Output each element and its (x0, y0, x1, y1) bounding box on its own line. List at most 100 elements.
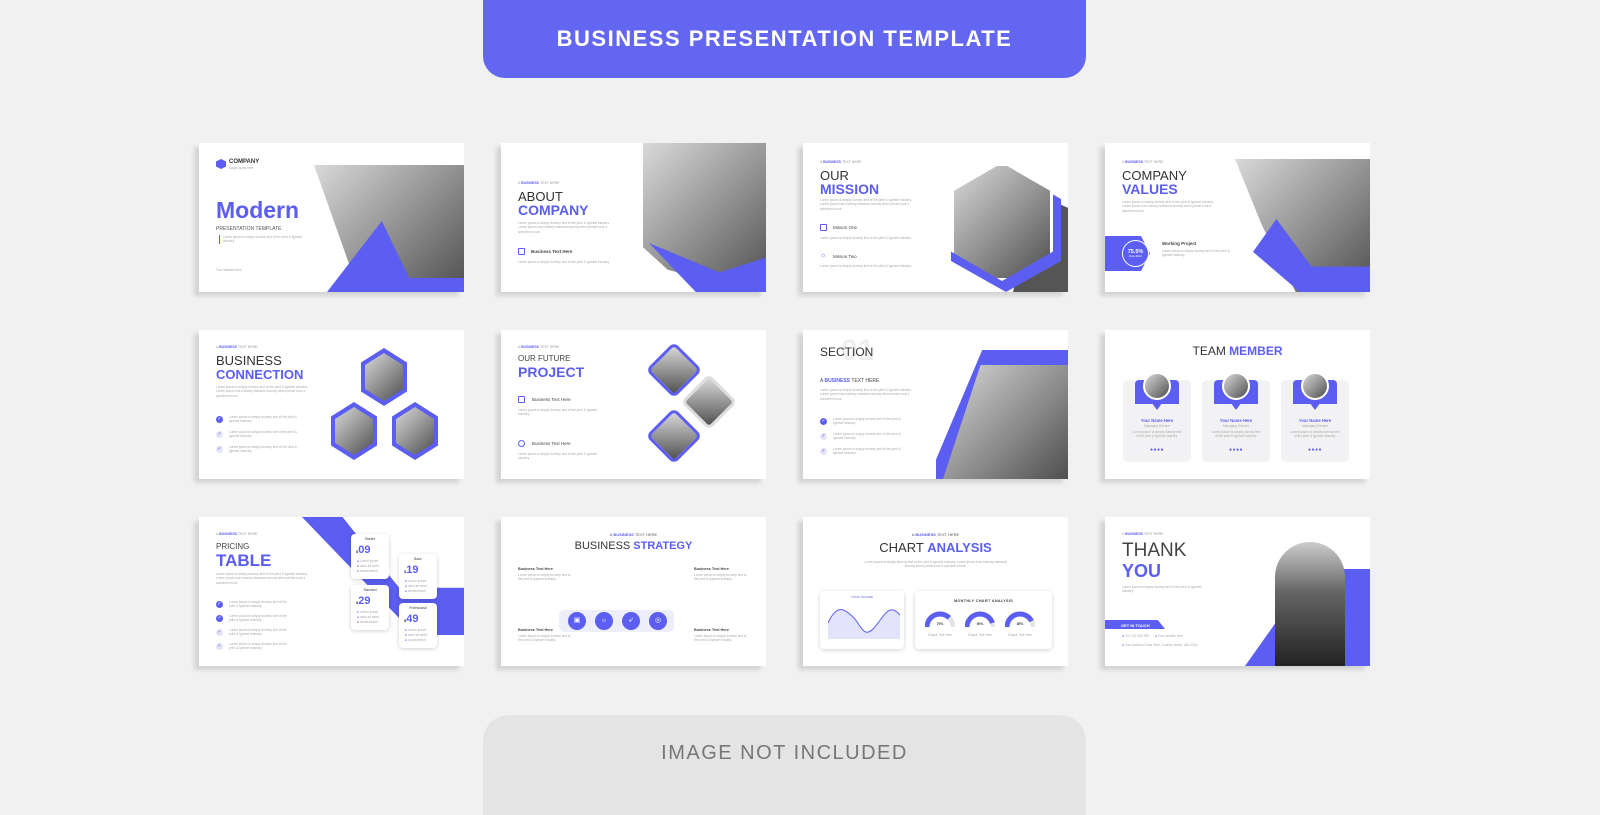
kicker: A BUSINESS TEXT HERE (820, 378, 880, 384)
description: Lorem ipsum is simply dummy text of the … (864, 560, 1007, 569)
website-text: Your website here (216, 268, 242, 272)
area-fill (828, 609, 900, 639)
gauge-label: Simple Text Here (927, 633, 953, 637)
team-card: Your Name Here Managing Director Lorem i… (1281, 372, 1349, 462)
project-heading: Working Project (1162, 241, 1197, 246)
image-not-included-note: IMAGE NOT INCLUDED (483, 715, 1086, 815)
stat-label: Done Work (1129, 255, 1142, 258)
chart-title: CHART ANALYSIS (879, 540, 992, 555)
item-heading: Business Text Here (531, 249, 573, 254)
slide-future-project[interactable]: A BUSINESS TEXT HERE OUR FUTURE PROJECT … (501, 330, 766, 479)
monitor-icon (820, 224, 827, 231)
plan-name: Professional (409, 606, 427, 610)
plan-feature: ● dolor sit amet (405, 584, 427, 588)
slide-chart-analysis[interactable]: A BUSINESS TEXT HERE CHART ANALYSIS Lore… (803, 517, 1068, 666)
strategy-heading: Business Text Here (518, 628, 553, 632)
item-2-text: Lorem ipsum is simply dummy text of the … (518, 452, 598, 461)
title-line-2: MISSION (820, 181, 880, 197)
company-logo-icon (216, 159, 226, 169)
plan-feature: ● consectetuer (357, 569, 379, 573)
gauge-value: 90% (976, 622, 984, 626)
rocket-icon: ➶ (622, 612, 640, 630)
slide-pricing-table[interactable]: A BUSINESS TEXT HERE PRICING TABLE Lorem… (199, 517, 464, 666)
plan-name: Basic (414, 557, 422, 561)
kicker: A BUSINESS TEXT HERE (518, 181, 560, 185)
bullet: Lorem ipsum is simply dummy text of the … (229, 600, 287, 609)
monitor-icon (518, 396, 525, 403)
strategy-text: Lorem ipsum is simply dummy text of the … (518, 634, 571, 643)
plan-feature: ● Lorem ipsum (357, 610, 379, 614)
gauge-label: Simple Text Here (1007, 633, 1033, 637)
plan-feature: ● Lorem ipsum (405, 579, 427, 583)
check-icon: ✓ (216, 431, 223, 438)
bullet: Lorem ipsum is simply dummy text of the … (229, 642, 287, 651)
plan-feature: ● dolor sit amet (357, 564, 379, 568)
bullet: Lorem ipsum is simply dummy text of the … (229, 628, 287, 637)
slide-thank-you[interactable]: A BUSINESS TEXT HERE THANK YOU Lorem ips… (1105, 517, 1370, 666)
get-in-touch-button[interactable]: GET IN TOUCH (1105, 620, 1165, 629)
title-line-2: VALUES (1122, 181, 1178, 197)
check-icon: ✓ (216, 416, 223, 423)
social-icons[interactable]: ●●●● (1281, 447, 1349, 453)
target-icon (518, 440, 525, 447)
plan-feature: ● Lorem ipsum (405, 628, 427, 632)
bullet-1: Lorem ipsum is simply dummy text of the … (229, 415, 297, 424)
team-card: Your Name Here Managing Director Lorem i… (1123, 372, 1191, 462)
plan-card[interactable]: Started $09 ● Lorem ipsum ● dolor sit ame… (351, 534, 389, 579)
plan-card[interactable]: Basic $19 ● Lorem ipsum ● dolor sit amet ●… (399, 554, 437, 599)
website: ● Your website here (1155, 634, 1184, 638)
address: ● Your Address Goes Here, Country Name, … (1122, 643, 1198, 647)
slide-business-strategy[interactable]: A BUSINESS TEXT HERE BUSINESS STRATEGY ▣… (501, 517, 766, 666)
kicker: A BUSINESS TEXT HERE (216, 532, 258, 536)
member-name: Your Name Here (1219, 418, 1253, 423)
description: Lorem ipsum is simply dummy text of the … (1122, 200, 1214, 213)
title-banner: BUSINESS PRESENTATION TEMPLATE (483, 0, 1086, 78)
description: Lorem ipsum is simply dummy text of the … (216, 385, 308, 398)
bullet-2: Lorem ipsum is simply dummy text of the … (833, 432, 901, 441)
line-chart-title: TOTAL INCOME (850, 595, 874, 599)
kicker: A BUSINESS TEXT HERE (216, 345, 258, 349)
slide-company-values[interactable]: A BUSINESS TEXT HERE COMPANY VALUES Lore… (1105, 143, 1370, 292)
bulb-icon: ☼ (595, 612, 613, 630)
bullet-3: Lorem ipsum is simply dummy text of the … (229, 445, 297, 454)
description: Lorem ipsum is simply dummy text of the … (820, 198, 912, 211)
kicker: A BUSINESS TEXT HERE (1122, 160, 1164, 164)
title-line-1: BUSINESS (216, 353, 282, 368)
man-photo (1275, 542, 1345, 666)
kicker: A BUSINESS TEXT HERE (1122, 532, 1164, 536)
slide-modern-cover[interactable]: COMPANY slogan goes here Modern PRESENTA… (199, 143, 464, 292)
company-slogan: slogan goes here (229, 166, 254, 170)
kicker: A BUSINESS TEXT HERE (518, 345, 560, 349)
check-icon: ✓ (216, 601, 223, 608)
check-icon: ✓ (216, 643, 223, 650)
social-icons[interactable]: ●●●● (1123, 447, 1191, 453)
plan-card[interactable]: Standard $29 ● Lorem ipsum ● dolor sit am… (351, 585, 389, 630)
title-line-2: TABLE (216, 551, 272, 570)
slide-our-mission[interactable]: A BUSINESS TEXT HERE OUR MISSION Lorem i… (803, 143, 1068, 292)
slide-section[interactable]: 01 SECTION A BUSINESS TEXT HERE Lorem ip… (803, 330, 1068, 479)
mission-two: Misson Two (833, 254, 857, 259)
slide-team-member[interactable]: TEAM MEMBER Your Name Here Managing Dire… (1105, 330, 1370, 479)
gauge-chart (925, 611, 955, 628)
slide-about-company[interactable]: A BUSINESS TEXT HERE ABOUT COMPANY Lorem… (501, 143, 766, 292)
cover-subtitle: PRESENTATION TEMPLATE (216, 226, 282, 232)
bullet-1: Lorem ipsum is simply dummy text of the … (833, 417, 901, 426)
member-name: Your Name Here (1140, 418, 1174, 423)
line-chart-card: TOTAL INCOME (820, 591, 904, 649)
cover-description: Lorem ipsum is simply dummy text of the … (219, 235, 314, 244)
mission-one-text: Lorem ipsum is simply dummy text of the … (820, 236, 912, 240)
bullet-2: Lorem ipsum is simply dummy text of the … (229, 430, 297, 439)
plan-price: $49 (404, 613, 419, 625)
plan-feature: ● consectetuer (405, 638, 427, 642)
check-icon: ✓ (820, 448, 827, 455)
plan-feature: ● dolor sit amet (357, 615, 379, 619)
social-icons[interactable]: ●●●● (1202, 447, 1270, 453)
title-line-2: YOU (1122, 561, 1162, 581)
plan-name: Started (364, 537, 376, 541)
plan-feature: ● consectetuer (405, 589, 427, 593)
slide-business-connection[interactable]: A BUSINESS TEXT HERE BUSINESS CONNECTION… (199, 330, 464, 479)
item-1-heading: Business Text Here (532, 397, 571, 402)
team-card: Your Name Here Managing Director Lorem i… (1202, 372, 1270, 462)
strategy-heading: Business Text Here (518, 567, 553, 571)
plan-card[interactable]: Professional $49 ● Lorem ipsum ● dolor si… (399, 603, 437, 648)
